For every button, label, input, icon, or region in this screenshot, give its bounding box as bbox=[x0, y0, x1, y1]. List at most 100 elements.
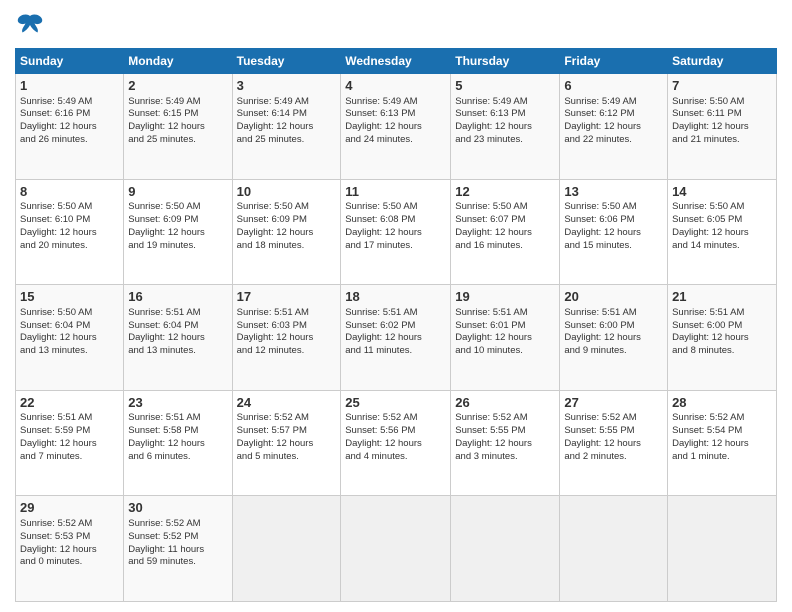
calendar-cell: 12Sunrise: 5:50 AM Sunset: 6:07 PM Dayli… bbox=[451, 179, 560, 285]
day-number: 24 bbox=[237, 394, 337, 412]
cell-info: Sunrise: 5:51 AM Sunset: 6:00 PM Dayligh… bbox=[672, 307, 772, 358]
cell-info: Sunrise: 5:52 AM Sunset: 5:52 PM Dayligh… bbox=[128, 518, 227, 569]
calendar-week-3: 15Sunrise: 5:50 AM Sunset: 6:04 PM Dayli… bbox=[16, 285, 777, 391]
calendar-cell: 23Sunrise: 5:51 AM Sunset: 5:58 PM Dayli… bbox=[124, 390, 232, 496]
day-number: 21 bbox=[672, 288, 772, 306]
day-number: 9 bbox=[128, 183, 227, 201]
calendar-cell: 17Sunrise: 5:51 AM Sunset: 6:03 PM Dayli… bbox=[232, 285, 341, 391]
calendar-cell: 26Sunrise: 5:52 AM Sunset: 5:55 PM Dayli… bbox=[451, 390, 560, 496]
calendar-week-2: 8Sunrise: 5:50 AM Sunset: 6:10 PM Daylig… bbox=[16, 179, 777, 285]
cell-info: Sunrise: 5:51 AM Sunset: 6:03 PM Dayligh… bbox=[237, 307, 337, 358]
day-number: 10 bbox=[237, 183, 337, 201]
cell-info: Sunrise: 5:49 AM Sunset: 6:12 PM Dayligh… bbox=[564, 96, 663, 147]
day-number: 19 bbox=[455, 288, 555, 306]
day-number: 7 bbox=[672, 77, 772, 95]
cell-info: Sunrise: 5:50 AM Sunset: 6:07 PM Dayligh… bbox=[455, 201, 555, 252]
calendar-cell: 7Sunrise: 5:50 AM Sunset: 6:11 PM Daylig… bbox=[668, 74, 777, 180]
cell-info: Sunrise: 5:49 AM Sunset: 6:13 PM Dayligh… bbox=[345, 96, 446, 147]
cell-info: Sunrise: 5:51 AM Sunset: 5:58 PM Dayligh… bbox=[128, 412, 227, 463]
calendar-body: 1Sunrise: 5:49 AM Sunset: 6:16 PM Daylig… bbox=[16, 74, 777, 602]
calendar-cell bbox=[451, 496, 560, 602]
cell-info: Sunrise: 5:52 AM Sunset: 5:53 PM Dayligh… bbox=[20, 518, 119, 569]
day-number: 16 bbox=[128, 288, 227, 306]
day-number: 2 bbox=[128, 77, 227, 95]
cell-info: Sunrise: 5:49 AM Sunset: 6:16 PM Dayligh… bbox=[20, 96, 119, 147]
calendar-cell: 28Sunrise: 5:52 AM Sunset: 5:54 PM Dayli… bbox=[668, 390, 777, 496]
calendar-cell: 21Sunrise: 5:51 AM Sunset: 6:00 PM Dayli… bbox=[668, 285, 777, 391]
cell-info: Sunrise: 5:49 AM Sunset: 6:15 PM Dayligh… bbox=[128, 96, 227, 147]
calendar-week-4: 22Sunrise: 5:51 AM Sunset: 5:59 PM Dayli… bbox=[16, 390, 777, 496]
day-header-wednesday: Wednesday bbox=[341, 49, 451, 74]
cell-info: Sunrise: 5:52 AM Sunset: 5:55 PM Dayligh… bbox=[455, 412, 555, 463]
day-number: 28 bbox=[672, 394, 772, 412]
day-number: 14 bbox=[672, 183, 772, 201]
day-header-tuesday: Tuesday bbox=[232, 49, 341, 74]
day-number: 18 bbox=[345, 288, 446, 306]
cell-info: Sunrise: 5:51 AM Sunset: 6:00 PM Dayligh… bbox=[564, 307, 663, 358]
cell-info: Sunrise: 5:50 AM Sunset: 6:11 PM Dayligh… bbox=[672, 96, 772, 147]
cell-info: Sunrise: 5:51 AM Sunset: 6:01 PM Dayligh… bbox=[455, 307, 555, 358]
cell-info: Sunrise: 5:52 AM Sunset: 5:57 PM Dayligh… bbox=[237, 412, 337, 463]
cell-info: Sunrise: 5:50 AM Sunset: 6:05 PM Dayligh… bbox=[672, 201, 772, 252]
logo bbox=[15, 10, 49, 40]
calendar-cell bbox=[341, 496, 451, 602]
calendar-cell: 1Sunrise: 5:49 AM Sunset: 6:16 PM Daylig… bbox=[16, 74, 124, 180]
calendar-cell: 11Sunrise: 5:50 AM Sunset: 6:08 PM Dayli… bbox=[341, 179, 451, 285]
cell-info: Sunrise: 5:50 AM Sunset: 6:06 PM Dayligh… bbox=[564, 201, 663, 252]
day-number: 3 bbox=[237, 77, 337, 95]
calendar-cell: 16Sunrise: 5:51 AM Sunset: 6:04 PM Dayli… bbox=[124, 285, 232, 391]
calendar-cell: 5Sunrise: 5:49 AM Sunset: 6:13 PM Daylig… bbox=[451, 74, 560, 180]
calendar-cell: 27Sunrise: 5:52 AM Sunset: 5:55 PM Dayli… bbox=[560, 390, 668, 496]
cell-info: Sunrise: 5:50 AM Sunset: 6:09 PM Dayligh… bbox=[128, 201, 227, 252]
calendar-cell: 8Sunrise: 5:50 AM Sunset: 6:10 PM Daylig… bbox=[16, 179, 124, 285]
cell-info: Sunrise: 5:49 AM Sunset: 6:13 PM Dayligh… bbox=[455, 96, 555, 147]
day-number: 17 bbox=[237, 288, 337, 306]
day-number: 29 bbox=[20, 499, 119, 517]
cell-info: Sunrise: 5:51 AM Sunset: 6:04 PM Dayligh… bbox=[128, 307, 227, 358]
calendar-cell: 30Sunrise: 5:52 AM Sunset: 5:52 PM Dayli… bbox=[124, 496, 232, 602]
day-number: 27 bbox=[564, 394, 663, 412]
day-header-sunday: Sunday bbox=[16, 49, 124, 74]
calendar-cell: 19Sunrise: 5:51 AM Sunset: 6:01 PM Dayli… bbox=[451, 285, 560, 391]
day-number: 5 bbox=[455, 77, 555, 95]
day-number: 6 bbox=[564, 77, 663, 95]
day-number: 11 bbox=[345, 183, 446, 201]
calendar-cell bbox=[668, 496, 777, 602]
calendar-cell bbox=[232, 496, 341, 602]
calendar-cell: 10Sunrise: 5:50 AM Sunset: 6:09 PM Dayli… bbox=[232, 179, 341, 285]
day-number: 22 bbox=[20, 394, 119, 412]
calendar-cell: 29Sunrise: 5:52 AM Sunset: 5:53 PM Dayli… bbox=[16, 496, 124, 602]
day-number: 13 bbox=[564, 183, 663, 201]
calendar-cell: 25Sunrise: 5:52 AM Sunset: 5:56 PM Dayli… bbox=[341, 390, 451, 496]
calendar: SundayMondayTuesdayWednesdayThursdayFrid… bbox=[15, 48, 777, 602]
day-number: 30 bbox=[128, 499, 227, 517]
day-number: 4 bbox=[345, 77, 446, 95]
day-number: 15 bbox=[20, 288, 119, 306]
calendar-cell: 13Sunrise: 5:50 AM Sunset: 6:06 PM Dayli… bbox=[560, 179, 668, 285]
calendar-cell: 4Sunrise: 5:49 AM Sunset: 6:13 PM Daylig… bbox=[341, 74, 451, 180]
cell-info: Sunrise: 5:50 AM Sunset: 6:10 PM Dayligh… bbox=[20, 201, 119, 252]
cell-info: Sunrise: 5:51 AM Sunset: 5:59 PM Dayligh… bbox=[20, 412, 119, 463]
calendar-header-row: SundayMondayTuesdayWednesdayThursdayFrid… bbox=[16, 49, 777, 74]
calendar-cell: 15Sunrise: 5:50 AM Sunset: 6:04 PM Dayli… bbox=[16, 285, 124, 391]
calendar-cell: 24Sunrise: 5:52 AM Sunset: 5:57 PM Dayli… bbox=[232, 390, 341, 496]
calendar-cell: 3Sunrise: 5:49 AM Sunset: 6:14 PM Daylig… bbox=[232, 74, 341, 180]
logo-icon bbox=[15, 10, 45, 40]
day-number: 20 bbox=[564, 288, 663, 306]
day-number: 12 bbox=[455, 183, 555, 201]
cell-info: Sunrise: 5:52 AM Sunset: 5:54 PM Dayligh… bbox=[672, 412, 772, 463]
day-header-friday: Friday bbox=[560, 49, 668, 74]
header bbox=[15, 10, 777, 40]
cell-info: Sunrise: 5:52 AM Sunset: 5:55 PM Dayligh… bbox=[564, 412, 663, 463]
calendar-cell: 14Sunrise: 5:50 AM Sunset: 6:05 PM Dayli… bbox=[668, 179, 777, 285]
day-header-monday: Monday bbox=[124, 49, 232, 74]
day-number: 8 bbox=[20, 183, 119, 201]
cell-info: Sunrise: 5:51 AM Sunset: 6:02 PM Dayligh… bbox=[345, 307, 446, 358]
calendar-cell: 20Sunrise: 5:51 AM Sunset: 6:00 PM Dayli… bbox=[560, 285, 668, 391]
calendar-cell: 6Sunrise: 5:49 AM Sunset: 6:12 PM Daylig… bbox=[560, 74, 668, 180]
day-header-saturday: Saturday bbox=[668, 49, 777, 74]
calendar-cell: 9Sunrise: 5:50 AM Sunset: 6:09 PM Daylig… bbox=[124, 179, 232, 285]
calendar-cell: 22Sunrise: 5:51 AM Sunset: 5:59 PM Dayli… bbox=[16, 390, 124, 496]
cell-info: Sunrise: 5:52 AM Sunset: 5:56 PM Dayligh… bbox=[345, 412, 446, 463]
cell-info: Sunrise: 5:50 AM Sunset: 6:09 PM Dayligh… bbox=[237, 201, 337, 252]
